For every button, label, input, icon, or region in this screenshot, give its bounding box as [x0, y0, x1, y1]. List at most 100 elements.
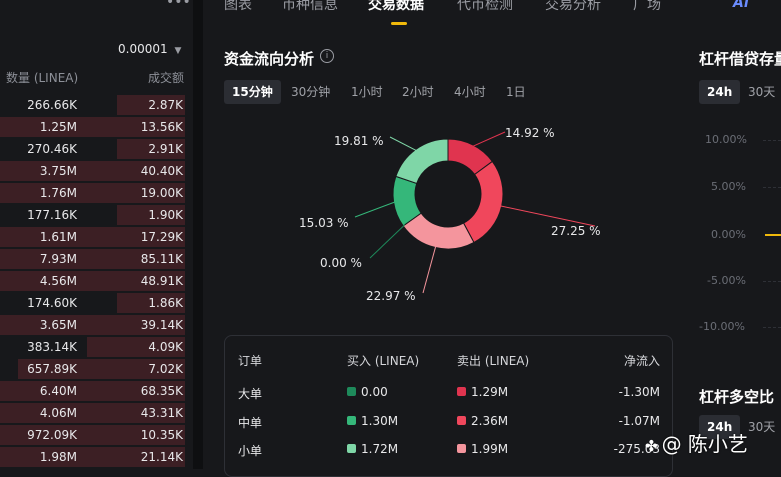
timeframe-2h[interactable]: 2小时	[394, 80, 442, 104]
donut-slice[interactable]	[462, 160, 504, 244]
orderbook-row[interactable]: 3.75M 40.40K	[0, 161, 185, 181]
slice-label-sell-medium: 27.25 %	[551, 224, 601, 238]
buy-value: 1.30M	[361, 414, 399, 428]
capital-flow-title: 资金流向分析	[224, 50, 315, 68]
orderbook-qty: 7.93M	[39, 252, 77, 266]
orderbook-row[interactable]: 1.25M 13.56K	[0, 117, 185, 137]
orderbook-amount: 68.35K	[140, 384, 183, 398]
orderbook-row[interactable]: 174.60K 1.86K	[0, 293, 185, 313]
more-dots-icon[interactable]: •••	[166, 0, 191, 10]
orderbook-row[interactable]: 1.76M 19.00K	[0, 183, 185, 203]
orderbook-amount: 17.29K	[140, 230, 183, 244]
buy-value: 1.72M	[361, 442, 399, 456]
orderbook-row[interactable]: 6.40M 68.35K	[0, 381, 185, 401]
capital-flow-donut-chart	[354, 131, 596, 294]
orderbook-row[interactable]: 657.89K 7.02K	[0, 359, 185, 379]
slice-label-buy-large: 0.00 %	[320, 256, 362, 270]
orderbook-amount: 43.31K	[140, 406, 183, 420]
orderbook-qty: 4.56M	[39, 274, 77, 288]
watermark-logo-icon: ✤	[645, 437, 658, 455]
y-tick: -5.00%	[707, 274, 746, 287]
timeframe-30m[interactable]: 30分钟	[283, 80, 338, 104]
precision-value: 0.00001	[118, 42, 168, 56]
header-order: 订单	[238, 354, 263, 368]
orderbook-panel: ••• 0.00001 ▼ 数量 (LINEA) 成交额 266.66K 2.87…	[0, 0, 193, 469]
orderbook-amount: 19.00K	[140, 186, 183, 200]
y-tick: 5.00%	[711, 180, 746, 193]
slice-label-buy-medium: 15.03 %	[299, 216, 349, 230]
sell-color-swatch	[457, 387, 466, 396]
tab-square[interactable]: 广场	[633, 0, 661, 14]
ai-badge[interactable]: Ai	[733, 0, 749, 11]
row-name: 中单	[238, 416, 263, 430]
row-name: 小单	[238, 444, 263, 458]
orderbook-row[interactable]: 1.98M 21.14K	[0, 447, 185, 467]
buy-color-swatch	[347, 444, 356, 453]
orderbook-qty: 3.65M	[39, 318, 77, 332]
tab-chart[interactable]: 图表	[224, 0, 252, 14]
tab-coin-info[interactable]: 币种信息	[282, 0, 338, 14]
y-tick: 10.00%	[705, 133, 747, 146]
orderbook-amount: 2.91K	[148, 142, 183, 156]
sell-cell: 2.36M	[457, 414, 508, 428]
header-buy: 买入 (LINEA)	[347, 354, 420, 368]
orderbook-row[interactable]: 3.65M 39.14K	[0, 315, 185, 335]
buy-cell: 1.72M	[347, 442, 398, 456]
orderbook-qty: 270.46K	[27, 142, 77, 156]
leader-line	[354, 201, 396, 218]
orderbook-qty: 1.25M	[39, 120, 77, 134]
orderbook-row[interactable]: 266.66K 2.87K	[0, 95, 185, 115]
leader-line	[389, 136, 418, 152]
leader-line	[471, 131, 506, 148]
orderbook-row[interactable]: 383.14K 4.09K	[0, 337, 185, 357]
orderbook-qty: 657.89K	[27, 362, 77, 376]
orderbook-row[interactable]: 4.06M 43.31K	[0, 403, 185, 423]
orderbook-qty: 174.60K	[27, 296, 77, 310]
orderbook-row[interactable]: 270.46K 2.91K	[0, 139, 185, 159]
donut-slice[interactable]	[395, 138, 449, 185]
sell-color-swatch	[457, 416, 466, 425]
slice-label-buy-small: 19.81 %	[334, 134, 384, 148]
orderbook-qty: 3.75M	[39, 164, 77, 178]
timeframe-1d[interactable]: 1日	[498, 80, 534, 104]
orderbook-qty: 177.16K	[27, 208, 77, 222]
timeframe-15m[interactable]: 15分钟	[224, 80, 281, 104]
timeframe-1h[interactable]: 1小时	[343, 80, 391, 104]
net-value: -1.30M	[618, 385, 660, 399]
orderbook-amount: 39.14K	[140, 318, 183, 332]
watermark-text: @ 陈小艺	[661, 432, 748, 456]
leverage-loan-24h[interactable]: 24h	[699, 80, 741, 104]
orderbook-amount: 48.91K	[140, 274, 183, 288]
orderbook-qty: 383.14K	[27, 340, 77, 354]
leverage-loan-30d[interactable]: 30天	[740, 80, 781, 104]
panel-divider	[193, 0, 203, 469]
net-value: -1.07M	[618, 414, 660, 428]
col-amount-header: 成交额	[147, 71, 184, 85]
tab-trade-analysis[interactable]: 交易分析	[545, 0, 601, 14]
orderbook-row[interactable]: 7.93M 85.11K	[0, 249, 185, 269]
zero-line-series	[765, 234, 781, 236]
orderbook-row[interactable]: 972.09K 10.35K	[0, 425, 185, 445]
orderbook-amount: 40.40K	[140, 164, 183, 178]
timeframe-4h[interactable]: 4小时	[446, 80, 494, 104]
orderbook-amount: 13.56K	[140, 120, 183, 134]
header-net: 净流入	[623, 354, 660, 368]
orderbook-row[interactable]: 1.61M 17.29K	[0, 227, 185, 247]
tab-token-check[interactable]: 代币检测	[457, 0, 513, 14]
orderbook-amount: 10.35K	[140, 428, 183, 442]
row-name: 大单	[238, 387, 263, 401]
orderbook-amount: 1.90K	[148, 208, 183, 222]
active-tab-indicator	[391, 22, 407, 25]
orderbook-qty: 1.61M	[39, 230, 77, 244]
info-icon[interactable]: i	[320, 49, 334, 63]
sell-cell: 1.29M	[457, 385, 508, 399]
sell-value: 1.99M	[471, 442, 509, 456]
grid-line	[763, 281, 781, 282]
precision-select[interactable]: 0.00001 ▼	[118, 42, 181, 56]
orderbook-row[interactable]: 177.16K 1.90K	[0, 205, 185, 225]
leverage-ratio-title: 杠杆多空比	[699, 388, 775, 406]
orderbook-amount: 1.86K	[148, 296, 183, 310]
orderbook-row[interactable]: 4.56M 48.91K	[0, 271, 185, 291]
header-sell: 卖出 (LINEA)	[457, 354, 530, 368]
tab-trade-data[interactable]: 交易数据	[368, 0, 424, 14]
